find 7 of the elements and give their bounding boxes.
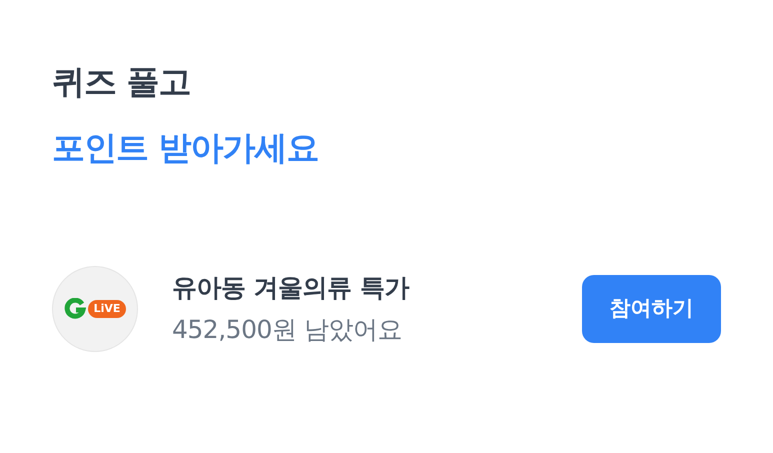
heading-highlight: 포인트 받아가세요 xyxy=(52,127,320,169)
logo-text: LiVE xyxy=(88,300,126,318)
g-letter-icon xyxy=(64,298,86,320)
offer-subtitle: 452,500원 남았어요 xyxy=(172,314,403,346)
join-button[interactable]: 참여하기 xyxy=(582,275,721,343)
offer-title: 유아동 겨울의류 특가 xyxy=(172,272,410,304)
heading-line: 퀴즈 풀고 xyxy=(52,61,192,103)
